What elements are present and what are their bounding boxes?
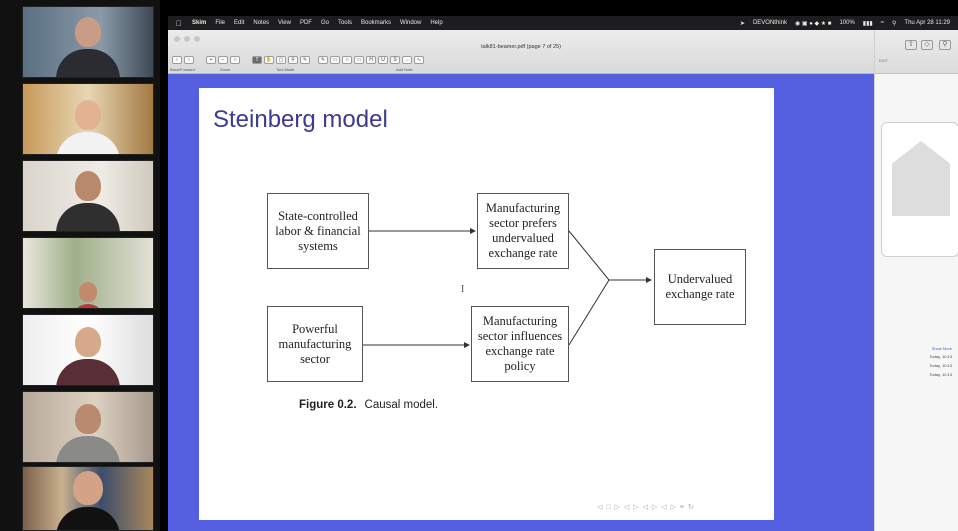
pdf-view[interactable]: Steinberg model State-controlled labor &… (168, 74, 874, 531)
side-list-item[interactable]: Today, 10:13 (929, 372, 952, 377)
envelope-icon (892, 141, 950, 216)
add-circle-button[interactable]: ○ (342, 56, 352, 64)
show-more-link[interactable]: Show More (932, 346, 952, 351)
status-arrow-icon[interactable]: ➤ (740, 20, 745, 27)
box-prefers-undervalued: Manufacturing sector prefers undervalued… (477, 193, 569, 269)
forward-button[interactable]: › (184, 56, 194, 64)
menu-go[interactable]: Go (321, 20, 329, 26)
tool-mode-label: Tool Mode (276, 67, 295, 72)
status-icons[interactable]: ◉ ▣ ● ◆ ★ ■ (795, 20, 831, 27)
menu-help[interactable]: Help (430, 20, 442, 26)
menu-app-name[interactable]: Skim (192, 20, 206, 26)
back-button[interactable]: ‹ (172, 56, 182, 64)
menu-pdf[interactable]: PDF (300, 20, 312, 26)
menu-bookmarks[interactable]: Bookmarks (361, 20, 391, 26)
zoom-in-button[interactable]: + (206, 56, 216, 64)
share-icon[interactable]: ⇧ (905, 40, 917, 50)
add-underline-button[interactable]: U (378, 56, 388, 64)
participant-tile-1[interactable] (22, 6, 154, 78)
document-title: talk81-beamer.pdf (page 7 of 25) (481, 44, 561, 50)
tag-icon[interactable]: ◇ (921, 40, 933, 50)
side-list-item[interactable]: Today, 10:13 (929, 354, 952, 359)
add-highlight-button[interactable]: H (366, 56, 376, 64)
status-app-label[interactable]: DEVONthink (753, 20, 787, 26)
search-icon[interactable]: ⚲ (892, 20, 896, 27)
participant-tile-3[interactable] (22, 160, 154, 232)
text-tool-button[interactable]: T (252, 56, 262, 64)
scroll-tool-button[interactable]: ✋ (264, 56, 274, 64)
menubar-clock[interactable]: Thu Apr 28 11:29 (904, 20, 950, 26)
figure-caption-label: Figure 0.2. (299, 399, 357, 411)
participant-tile-7[interactable] (22, 466, 154, 531)
add-box-button[interactable]: □ (354, 56, 364, 64)
participant-tile-2[interactable] (22, 83, 154, 155)
side-panel-tabs[interactable]: EDIT (879, 58, 888, 63)
note-tool-button[interactable]: ✎ (300, 56, 310, 64)
participant-tile-4[interactable] (22, 237, 154, 309)
window-toolbar: talk81-beamer.pdf (page 7 of 25) ‹ › Bac… (168, 30, 874, 74)
zoom-out-button[interactable]: − (218, 56, 228, 64)
menu-view[interactable]: View (278, 20, 291, 26)
add-note-label: Add Note (396, 67, 413, 72)
figure-caption: Figure 0.2. Causal model. (299, 399, 438, 411)
menu-tools[interactable]: Tools (338, 20, 352, 26)
menu-notes[interactable]: Notes (253, 20, 269, 26)
arrow-influence-merge (568, 279, 610, 346)
arrow-preference-merge (568, 230, 610, 281)
notes-side-panel: ⇧ ◇ ⚲ EDIT Show More Today, 10:13 Today,… (874, 30, 958, 531)
apple-icon[interactable]:  (176, 19, 182, 28)
wifi-icon[interactable]: ≈ (881, 20, 884, 26)
document-preview[interactable] (881, 122, 958, 257)
box-state-controlled: State-controlled labor & financial syste… (267, 193, 369, 269)
beamer-navigation[interactable]: ◁ □ ▷ ◁ ▷ ◁ ▷ ◁ ▷ ≡ ↻ (597, 503, 695, 511)
side-list-item[interactable]: Today, 10:13 (929, 363, 952, 368)
skim-window: talk81-beamer.pdf (page 7 of 25) ‹ › Bac… (168, 30, 958, 531)
menu-edit[interactable]: Edit (234, 20, 244, 26)
box-influences-policy: Manufacturing sector influences exchange… (471, 306, 569, 382)
participant-video-strip (0, 0, 160, 531)
menu-window[interactable]: Window (400, 20, 421, 26)
add-freehand-button[interactable]: ∿ (414, 56, 424, 64)
magnify-tool-button[interactable]: ⚲ (288, 56, 298, 64)
add-strike-button[interactable]: S (390, 56, 400, 64)
traffic-lights[interactable] (174, 36, 200, 42)
zoom-fit-button[interactable]: ○ (230, 56, 240, 64)
participant-tile-5[interactable] (22, 314, 154, 386)
mac-menu-bar:  Skim File Edit Notes View PDF Go Tools… (168, 16, 958, 30)
add-text-note-button[interactable]: ✎ (318, 56, 328, 64)
figure-caption-text: Causal model. (364, 399, 439, 411)
battery-percent[interactable]: 100% (839, 20, 854, 26)
add-line-button[interactable]: → (402, 56, 412, 64)
select-tool-button[interactable]: ▢ (276, 56, 286, 64)
participant-tile-6[interactable] (22, 391, 154, 463)
zoom-label: Zoom (220, 67, 231, 72)
back-forward-label: Back/Forward (170, 67, 195, 72)
box-powerful-sector: Powerful manufacturing sector (267, 306, 363, 382)
menu-file[interactable]: File (215, 20, 225, 26)
add-anchored-note-button[interactable]: □ (330, 56, 340, 64)
side-panel-toolbar: ⇧ ◇ ⚲ EDIT (875, 30, 958, 74)
slide-page[interactable]: Steinberg model State-controlled labor &… (199, 88, 774, 520)
box-undervalued-rate: Undervalued exchange rate (654, 249, 746, 325)
side-search-icon[interactable]: ⚲ (939, 40, 951, 50)
text-cursor-icon: I (461, 284, 465, 295)
battery-icon[interactable]: ▮▮▮ (863, 20, 873, 27)
